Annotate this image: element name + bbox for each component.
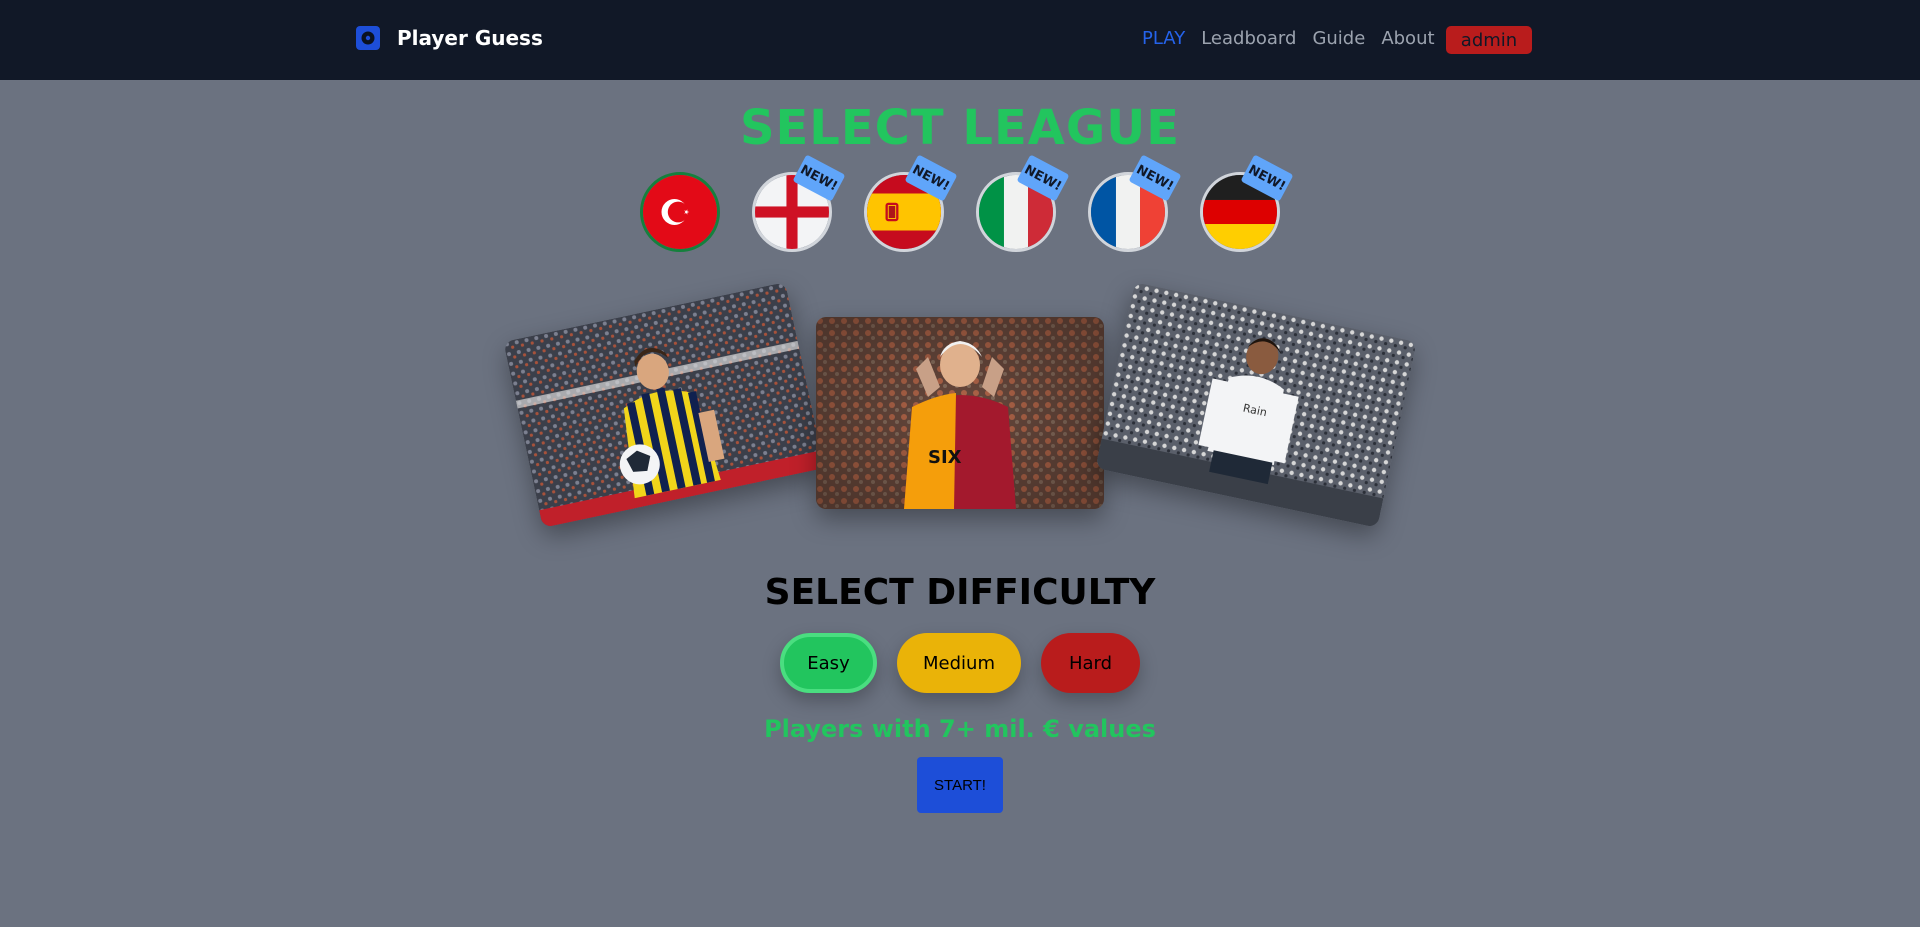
league-flag-england[interactable]: NEW! [752, 154, 846, 252]
difficulty-medium-button[interactable]: Medium [897, 633, 1021, 693]
difficulty-description: Players with 7+ mil. € values [764, 715, 1156, 743]
start-button[interactable]: START! [917, 757, 1003, 813]
select-league-title: SELECT LEAGUE [739, 100, 1181, 156]
svg-text:SIX: SIX [928, 447, 962, 468]
player-photo-left [503, 282, 825, 528]
nav-link-about[interactable]: About [1381, 28, 1434, 49]
brand-title: Player Guess [397, 26, 543, 50]
top-navbar: Player Guess PLAY Leadboard Guide About … [0, 0, 1920, 80]
league-flags: NEW! NEW! NEW! NEW! NEW! [0, 154, 1920, 254]
league-flag-france[interactable]: NEW! [1088, 154, 1182, 252]
league-flag-turkey[interactable] [640, 172, 720, 252]
select-difficulty-title: SELECT DIFFICULTY [764, 572, 1156, 613]
league-flag-spain[interactable]: NEW! [864, 154, 958, 252]
player-photo-center: SIX [816, 317, 1104, 509]
nav-links: PLAY Leadboard Guide About [1142, 28, 1451, 49]
nav-link-leaderboard[interactable]: Leadboard [1201, 28, 1296, 49]
player-photo-right: Rain [1095, 282, 1417, 528]
football-logo-icon [356, 26, 380, 50]
turkey-flag-icon [643, 175, 717, 249]
nav-link-guide[interactable]: Guide [1312, 28, 1365, 49]
league-flag-germany[interactable]: NEW! [1200, 154, 1294, 252]
brand[interactable]: Player Guess [356, 26, 543, 50]
nav-link-play[interactable]: PLAY [1142, 28, 1185, 49]
difficulty-easy-button[interactable]: Easy [780, 633, 877, 693]
league-flag-italy[interactable]: NEW! [976, 154, 1070, 252]
difficulty-hard-button[interactable]: Hard [1041, 633, 1140, 693]
admin-button[interactable]: admin [1446, 26, 1532, 54]
